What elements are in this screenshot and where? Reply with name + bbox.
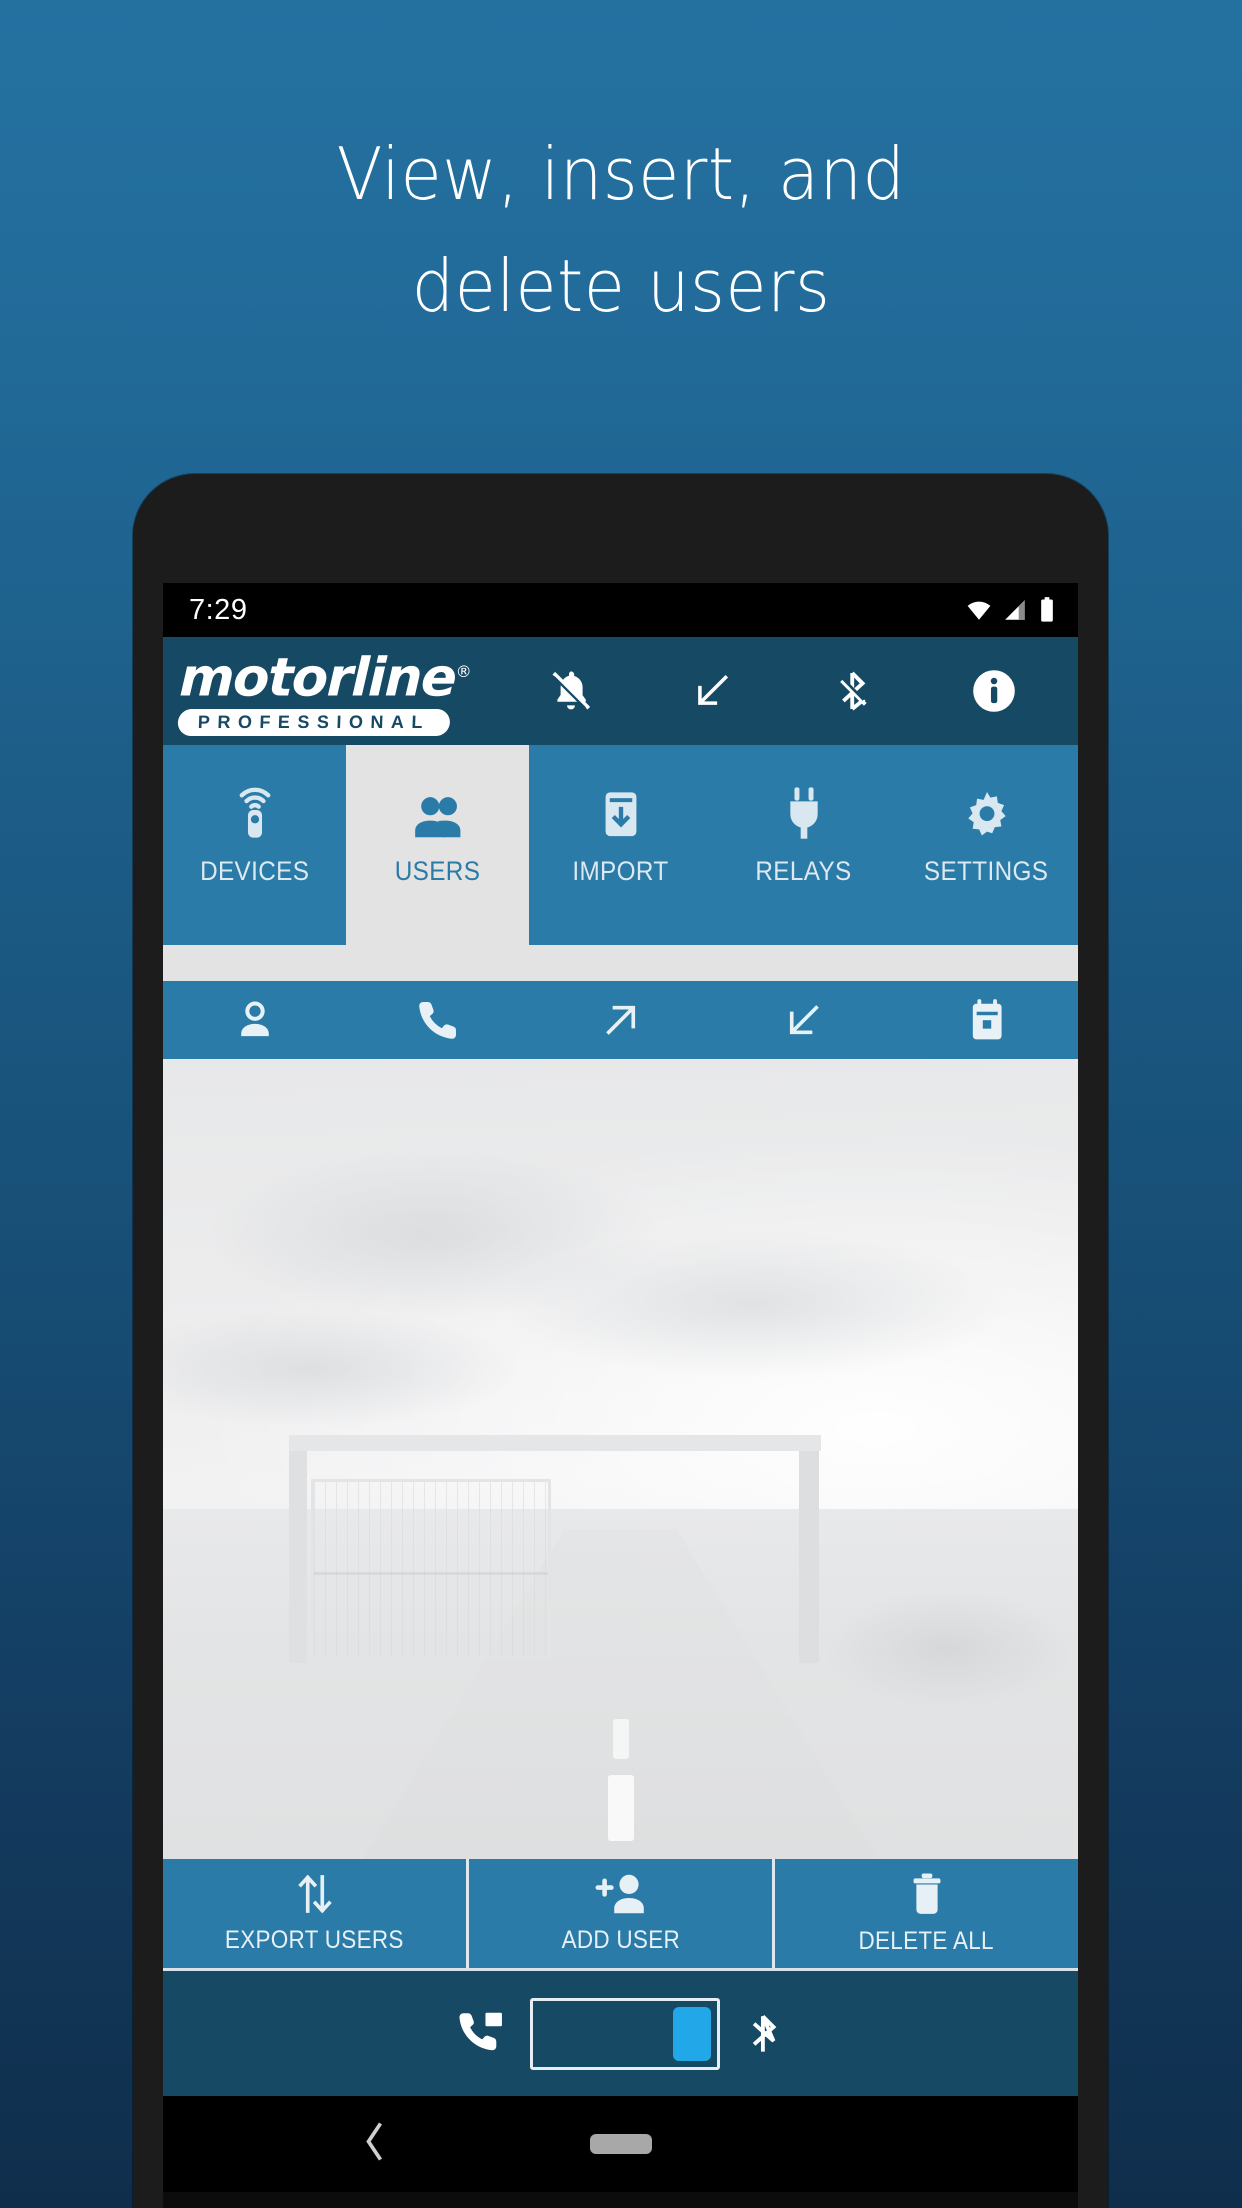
app-header-actions — [491, 654, 1064, 728]
sort-by-outgoing-button[interactable] — [529, 997, 712, 1043]
tab-devices[interactable]: DEVICES — [163, 745, 346, 945]
headline-line-1: View, insert, and — [336, 132, 906, 216]
back-chevron-icon — [366, 2122, 383, 2161]
cloud-shape — [493, 1229, 1013, 1379]
promo-headline: View, insert, and delete users — [0, 118, 1242, 342]
logo-wordmark: motorline® — [178, 646, 473, 709]
gear-icon — [960, 780, 1014, 842]
connection-mode-toggle[interactable] — [529, 1997, 720, 2070]
phone-bezel-top — [133, 474, 1108, 562]
bluetooth-off-icon — [840, 671, 867, 711]
phone-icon — [418, 1001, 456, 1039]
sort-arrows-icon — [297, 1874, 332, 1914]
phone-mockup: 7:29 motorline® PROFESSIONAL DEVICES USE… — [133, 474, 1108, 2208]
user-columns-toolbar — [163, 981, 1078, 1059]
bluetooth-off-button[interactable] — [816, 654, 890, 728]
sort-by-name-button[interactable] — [163, 997, 346, 1043]
arrow-up-right-icon — [605, 1005, 635, 1035]
registered-mark: ® — [455, 662, 473, 682]
app-header: motorline® PROFESSIONAL — [163, 637, 1078, 745]
back-button[interactable] — [359, 2120, 389, 2169]
road-marking — [607, 1775, 634, 1841]
logo-subtitle: PROFESSIONAL — [177, 708, 451, 736]
power-plug-icon — [780, 780, 828, 842]
tab-import[interactable]: IMPORT — [529, 745, 712, 945]
tab-users-label: USERS — [394, 855, 481, 886]
export-users-label: EXPORT USERS — [225, 1926, 404, 1954]
cellular-signal-icon — [1005, 600, 1025, 620]
trash-icon — [913, 1873, 940, 1914]
headline-line-2: delete users — [411, 244, 831, 328]
wifi-icon — [967, 601, 991, 620]
tab-settings-label: SETTINGS — [924, 855, 1049, 886]
android-status-bar: 7:29 — [163, 583, 1078, 637]
battery-icon — [1041, 597, 1053, 622]
android-nav-bar — [163, 2096, 1078, 2192]
add-user-label: ADD USER — [561, 1926, 680, 1954]
logo-brand-text: motorline — [178, 647, 457, 709]
notifications-off-icon — [552, 671, 591, 710]
sort-by-phone-button[interactable] — [346, 997, 529, 1043]
receive-button[interactable] — [675, 654, 749, 728]
phone-screen: 7:29 motorline® PROFESSIONAL DEVICES USE… — [163, 583, 1078, 2208]
user-list-area[interactable] — [163, 1059, 1078, 1859]
tab-settings[interactable]: SETTINGS — [895, 745, 1078, 945]
delete-all-label: DELETE ALL — [858, 1927, 995, 1955]
phone-call-icon[interactable] — [456, 2008, 508, 2060]
import-box-icon — [596, 780, 646, 842]
download-arrow-icon — [698, 674, 729, 705]
users-icon — [410, 780, 466, 842]
road-marking — [612, 1719, 629, 1759]
add-user-button[interactable]: ADD USER — [466, 1859, 772, 1968]
delete-all-button[interactable]: DELETE ALL — [772, 1859, 1078, 1968]
arrow-down-left-icon — [789, 1005, 819, 1035]
tab-users[interactable]: USERS — [346, 745, 529, 945]
info-button[interactable] — [957, 654, 1031, 728]
gate-lintel — [289, 1435, 821, 1451]
person-icon — [240, 1001, 269, 1037]
status-bar-clock: 7:29 — [189, 593, 248, 626]
calendar-icon — [972, 999, 1002, 1040]
tab-relays-label: RELAYS — [755, 855, 852, 886]
tab-relays[interactable]: RELAYS — [712, 745, 895, 945]
sort-by-incoming-button[interactable] — [712, 997, 895, 1043]
main-tab-bar: DEVICES USERS IMPORT RELAYS SETTINGS — [163, 745, 1078, 945]
person-add-icon — [595, 1874, 644, 1914]
tab-devices-label: DEVICES — [199, 855, 310, 886]
sort-by-date-button[interactable] — [895, 996, 1078, 1044]
gate-post-right — [799, 1435, 819, 1663]
status-bar-icons — [964, 596, 1056, 624]
notifications-off-button[interactable] — [534, 654, 608, 728]
info-icon — [972, 670, 1015, 712]
export-users-button[interactable]: EXPORT USERS — [163, 1859, 466, 1968]
motorline-logo: motorline® PROFESSIONAL — [177, 646, 492, 736]
gate-post-left — [289, 1439, 307, 1663]
background-foliage — [823, 1589, 1073, 1709]
home-pill-icon[interactable] — [589, 2134, 652, 2154]
connection-mode-strip — [163, 1971, 1078, 2096]
tab-import-label: IMPORT — [572, 855, 669, 886]
remote-control-icon — [229, 780, 281, 842]
toggle-thumb[interactable] — [672, 2006, 711, 2061]
bottom-action-bar: EXPORT USERS ADD USER DELETE ALL — [163, 1859, 1078, 1971]
tab-underline-gap — [163, 945, 1078, 981]
garage-door — [311, 1479, 551, 1659]
bluetooth-icon[interactable] — [742, 2009, 786, 2059]
